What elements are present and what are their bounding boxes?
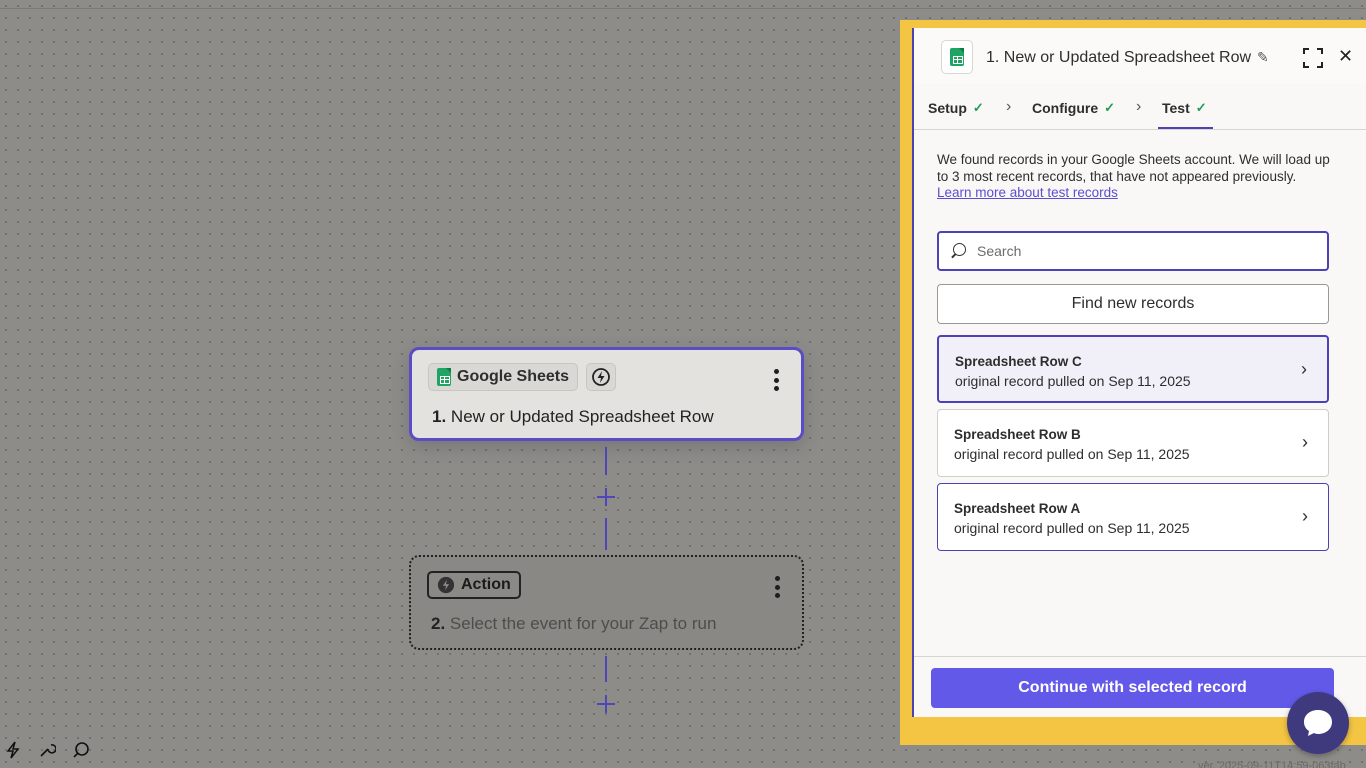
app-chip: Google Sheets	[428, 363, 579, 391]
check-icon: ✓	[1195, 100, 1207, 115]
record-item[interactable]: Spreadsheet Row C original record pulled…	[937, 335, 1329, 403]
record-subtitle: original record pulled on Sep 11, 2025	[954, 520, 1190, 536]
panel-highlight-frame: 1. New or Updated Spreadsheet Row ✎ ✕ Set…	[900, 20, 1366, 745]
panel-title[interactable]: 1. New or Updated Spreadsheet Row ✎	[986, 49, 1269, 67]
chevron-right-icon: ›	[1302, 506, 1308, 526]
chat-button[interactable]	[1287, 692, 1349, 754]
google-sheets-icon	[437, 368, 451, 386]
action-chip-label: Action	[461, 576, 511, 593]
record-name: Spreadsheet Row B	[954, 427, 1081, 442]
bolt-icon	[437, 576, 455, 594]
record-name: Spreadsheet Row A	[954, 501, 1081, 516]
chat-icon	[1304, 710, 1332, 736]
version-text: ver. 2025-09-11T14:59-063fab	[1198, 760, 1346, 768]
tab-configure[interactable]: Configure ✓	[1032, 100, 1115, 116]
action-step-title: 2. Select the event for your Zap to run	[431, 614, 717, 633]
add-step-plus-icon[interactable]	[597, 695, 615, 713]
tab-setup[interactable]: Setup ✓	[928, 100, 984, 116]
search-icon[interactable]	[70, 741, 92, 764]
trigger-step-card[interactable]: Google Sheets 1. New or Updated Spreadsh…	[409, 347, 804, 441]
app-name: Google Sheets	[457, 368, 570, 385]
record-name: Spreadsheet Row C	[955, 354, 1082, 369]
canvas-toolbar	[0, 736, 92, 768]
action-step-card[interactable]: Action 2. Select the event for your Zap …	[409, 555, 804, 650]
connector-line	[605, 518, 607, 550]
trigger-bolt-chip	[586, 363, 616, 391]
intro-message: We found records in your Google Sheets a…	[937, 152, 1330, 200]
panel-header: 1. New or Updated Spreadsheet Row ✎ ✕	[914, 28, 1366, 84]
record-item[interactable]: Spreadsheet Row A original record pulled…	[937, 483, 1329, 551]
chevron-right-icon: ›	[1302, 432, 1308, 452]
pencil-icon[interactable]: ✎	[1257, 49, 1269, 65]
bolt-icon	[592, 368, 610, 386]
trigger-more-options-button[interactable]	[773, 369, 779, 391]
step-detail-panel: 1. New or Updated Spreadsheet Row ✎ ✕ Set…	[912, 28, 1366, 717]
close-icon[interactable]: ✕	[1338, 46, 1353, 67]
chevron-right-icon: ›	[1136, 98, 1142, 115]
record-subtitle: original record pulled on Sep 11, 2025	[954, 446, 1190, 462]
search-input[interactable]: Search	[937, 231, 1329, 271]
continue-button[interactable]: Continue with selected record	[931, 668, 1334, 708]
step-tabs: Setup ✓ › Configure ✓ › Test ✓	[914, 86, 1366, 130]
trigger-step-title: 1. New or Updated Spreadsheet Row	[432, 407, 714, 426]
tab-test[interactable]: Test ✓	[1158, 100, 1213, 129]
record-item[interactable]: Spreadsheet Row B original record pulled…	[937, 409, 1329, 477]
add-step-plus-icon[interactable]	[597, 488, 615, 506]
bolt-icon[interactable]	[2, 741, 24, 764]
connector-line	[605, 656, 607, 682]
record-subtitle: original record pulled on Sep 11, 2025	[955, 373, 1191, 389]
chevron-right-icon: ›	[1006, 98, 1012, 115]
top-divider	[0, 8, 1366, 9]
action-chip: Action	[427, 571, 521, 599]
find-new-records-button[interactable]: Find new records	[937, 284, 1329, 324]
chevron-right-icon: ›	[1301, 359, 1307, 379]
check-icon: ✓	[972, 100, 984, 115]
app-tile	[941, 40, 973, 74]
learn-more-link[interactable]: Learn more about test records	[937, 185, 1118, 200]
google-sheets-icon	[950, 48, 964, 66]
search-icon	[951, 243, 967, 259]
search-placeholder: Search	[977, 243, 1022, 259]
expand-icon[interactable]	[1303, 48, 1323, 68]
check-icon: ✓	[1104, 100, 1116, 115]
wrench-icon[interactable]	[36, 741, 58, 764]
action-more-options-button[interactable]	[774, 576, 780, 598]
connector-line	[605, 447, 607, 475]
